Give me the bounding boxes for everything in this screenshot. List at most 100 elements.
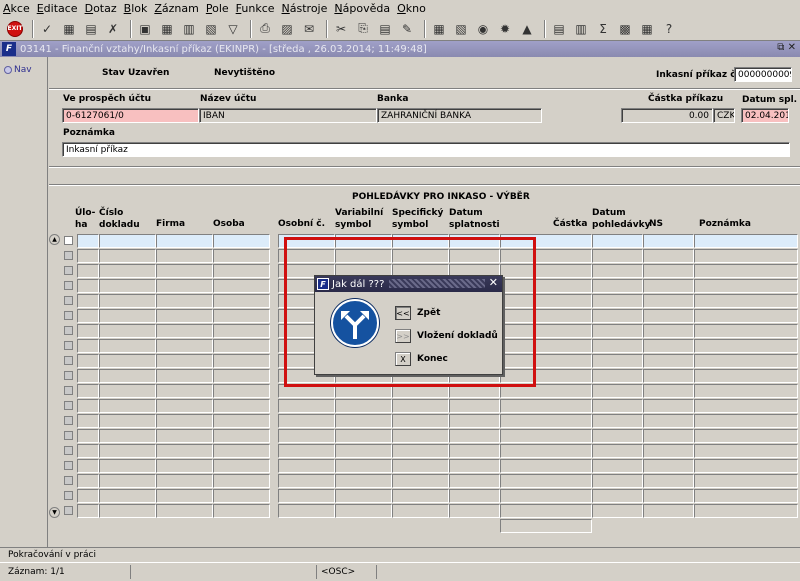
grid-cell[interactable] <box>592 234 643 248</box>
grid-cell[interactable] <box>213 279 270 293</box>
grid-cell[interactable] <box>99 444 156 458</box>
clear-block-icon[interactable]: ▧ <box>202 20 220 38</box>
grid-cell[interactable] <box>694 444 798 458</box>
row-checkbox[interactable] <box>64 296 73 305</box>
grid-cell[interactable] <box>213 504 270 518</box>
grid-cell[interactable] <box>213 339 270 353</box>
grid-cell[interactable] <box>500 504 592 518</box>
exit-button[interactable]: EXIT <box>6 20 24 38</box>
grid-cell[interactable] <box>213 429 270 443</box>
grid-cell[interactable] <box>77 264 99 278</box>
grid-cell[interactable] <box>156 429 213 443</box>
grid-cell[interactable] <box>77 504 99 518</box>
grid-cell[interactable] <box>213 294 270 308</box>
grid-cell[interactable] <box>99 249 156 263</box>
grid-cell[interactable] <box>278 444 335 458</box>
grid-cell[interactable] <box>592 249 643 263</box>
grid-cell[interactable] <box>156 249 213 263</box>
grid-cell[interactable] <box>449 459 500 473</box>
grid-cell[interactable] <box>335 474 392 488</box>
scroll-up-icon[interactable]: ▲ <box>49 234 60 245</box>
row-checkbox[interactable] <box>64 281 73 290</box>
grid-cell[interactable] <box>77 414 99 428</box>
grid-cell[interactable] <box>99 414 156 428</box>
grid-cell[interactable] <box>392 504 449 518</box>
grid-cell[interactable] <box>335 414 392 428</box>
grid-cell[interactable] <box>694 399 798 413</box>
grid-cell[interactable] <box>592 384 643 398</box>
grid-cell[interactable] <box>392 444 449 458</box>
grid-cell[interactable] <box>213 249 270 263</box>
grid-cell[interactable] <box>335 399 392 413</box>
grid-cell[interactable] <box>694 414 798 428</box>
grid-cell[interactable] <box>77 459 99 473</box>
row-checkbox[interactable] <box>64 416 73 425</box>
grid-cell[interactable] <box>592 444 643 458</box>
grid-cell[interactable] <box>500 429 592 443</box>
currency-field[interactable]: CZK <box>713 108 735 123</box>
menu-item[interactable]: Záznam <box>154 2 199 15</box>
end-button[interactable]: X <box>395 352 411 366</box>
grid-cell[interactable] <box>99 234 156 248</box>
grid-cell[interactable] <box>278 504 335 518</box>
grid-cell[interactable] <box>643 354 694 368</box>
grid-cell[interactable] <box>99 279 156 293</box>
grid-cell[interactable] <box>77 234 99 248</box>
row-checkbox[interactable] <box>64 326 73 335</box>
back-button[interactable]: << <box>395 306 411 320</box>
grid-cell[interactable] <box>213 369 270 383</box>
menu-item[interactable]: Akce <box>3 2 30 15</box>
grid-cell[interactable] <box>694 324 798 338</box>
grid-cell[interactable] <box>278 429 335 443</box>
grid-cell[interactable] <box>156 294 213 308</box>
row-checkbox[interactable] <box>64 356 73 365</box>
grid-cell[interactable] <box>278 474 335 488</box>
mail-icon[interactable]: ✉ <box>300 20 318 38</box>
grid-cell[interactable] <box>156 339 213 353</box>
prospech-field[interactable]: 0-6127061/0 <box>62 108 199 123</box>
settings-icon[interactable]: ✹ <box>496 20 514 38</box>
grid-cell[interactable] <box>77 429 99 443</box>
grid-cell[interactable] <box>694 279 798 293</box>
row-checkbox[interactable] <box>64 371 73 380</box>
copy-block-icon[interactable]: ▦ <box>158 20 176 38</box>
grid-cell[interactable] <box>592 399 643 413</box>
grid-cell[interactable] <box>156 504 213 518</box>
grid-cell[interactable] <box>643 504 694 518</box>
grid-cell[interactable] <box>99 384 156 398</box>
grid-cell[interactable] <box>643 309 694 323</box>
grid-cell[interactable] <box>694 429 798 443</box>
grid-cell[interactable] <box>99 369 156 383</box>
grid-cell[interactable] <box>213 414 270 428</box>
grid-cell[interactable] <box>694 249 798 263</box>
grid-cell[interactable] <box>694 489 798 503</box>
grid-cell[interactable] <box>643 294 694 308</box>
grid-cell[interactable] <box>99 504 156 518</box>
grid-cell[interactable] <box>99 399 156 413</box>
grid-cell[interactable] <box>99 339 156 353</box>
chart-icon[interactable]: ▥ <box>572 20 590 38</box>
grid-cell[interactable] <box>213 309 270 323</box>
banka-field[interactable]: ZAHRANIČNÍ BANKA <box>377 108 542 123</box>
grid-cell[interactable] <box>213 384 270 398</box>
grid-cell[interactable] <box>392 399 449 413</box>
grid-cell[interactable] <box>449 399 500 413</box>
grid-cell[interactable] <box>156 234 213 248</box>
sum-icon[interactable]: Σ <box>594 20 612 38</box>
attachment-icon[interactable]: ▨ <box>278 20 296 38</box>
grid-cell[interactable] <box>99 489 156 503</box>
grid-cell[interactable] <box>392 489 449 503</box>
cut-icon[interactable]: ✂ <box>332 20 350 38</box>
grid-cell[interactable] <box>694 369 798 383</box>
grid-cell[interactable] <box>213 324 270 338</box>
grid-cell[interactable] <box>77 444 99 458</box>
save-icon[interactable]: ✓ <box>38 20 56 38</box>
grid-cell[interactable] <box>392 474 449 488</box>
grid-cell[interactable] <box>156 414 213 428</box>
calculator-icon[interactable]: ▦ <box>430 20 448 38</box>
nav-button[interactable]: Nav <box>0 57 47 75</box>
grid-cell[interactable] <box>77 489 99 503</box>
grid-cell[interactable] <box>213 459 270 473</box>
grid-cell[interactable] <box>213 234 270 248</box>
grid-cell[interactable] <box>643 339 694 353</box>
